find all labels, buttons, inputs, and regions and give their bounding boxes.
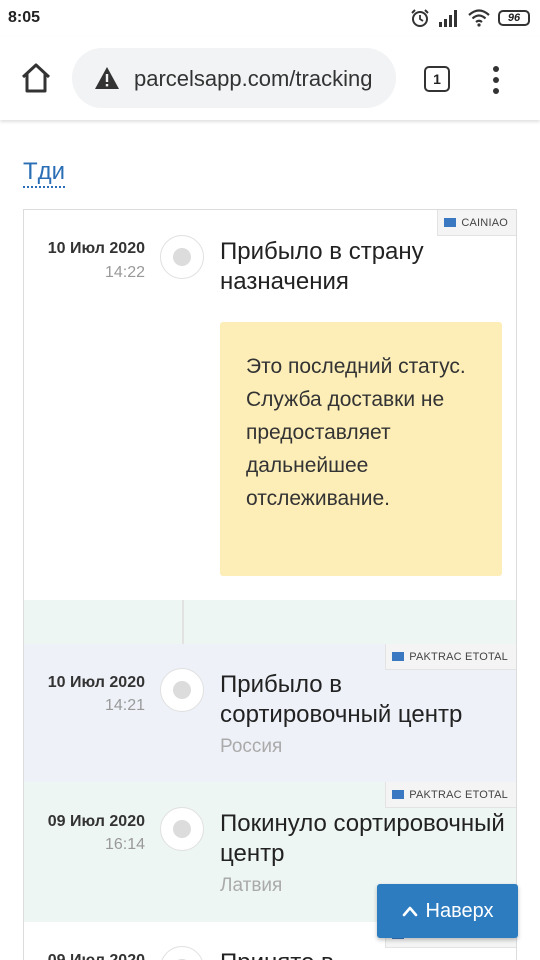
more-menu-button[interactable] [492,66,500,94]
tracking-event: PAKTRAC ETOTAL 10 Июл 2020 14:21 Прибыло… [24,644,516,782]
carrier-logo-icon [392,652,405,661]
carrier-name: PAKTRAC ETOTAL [409,788,508,801]
event-status: Покинуло сортировочный центр [220,810,505,867]
carrier-badge: PAKTRAC ETOTAL [385,644,516,670]
carrier-logo-icon [392,790,405,799]
event-location: Латвия [220,875,283,896]
event-status: Принято в [220,948,510,960]
section-separator [24,600,516,644]
wifi-icon [468,9,490,27]
event-status: Прибыло в сортировочный центр [220,671,463,728]
status-icons: 96 [410,8,530,28]
tab-count: 1 [433,71,441,87]
status-time: 8:05 [8,9,41,26]
last-status-note: Это последний статус. Служба доставки не… [220,322,502,576]
event-time: 16:14 [104,836,145,853]
timeline-dot-icon [160,946,204,960]
scroll-top-button[interactable]: Наверх [377,884,518,938]
home-icon [21,63,51,93]
alarm-icon [411,9,429,27]
event-location: Россия [220,736,283,757]
carrier-name: PAKTRAC ETOTAL [409,650,508,663]
tab-switcher-button[interactable]: 1 [424,66,450,92]
battery-level: 96 [507,12,521,24]
event-date: 10 Июл 2020 [47,240,145,257]
carrier-name: CAINIAO [461,216,508,229]
event-time: 14:22 [104,264,145,281]
event-time: 14:21 [104,697,145,714]
tracking-event: CAINIAO 10 Июл 2020 14:22 Прибыло в стра… [24,210,516,600]
menu-dot [493,88,499,94]
carrier-badge: CAINIAO [437,210,516,236]
event-date: 09 Июл 2020 [47,813,145,830]
carrier-badge: PAKTRAC ETOTAL [385,782,516,808]
timeline-dot-icon [160,235,204,279]
signal-icon [439,10,457,27]
status-bar: 8:05 96 [0,0,540,36]
browser-toolbar: parcelsapp.com/tracking 1 [0,36,540,120]
timeline-dot-icon [160,668,204,712]
event-date: 09 Июл 2020 [24,952,145,960]
menu-dot [493,66,499,72]
event-date: 10 Июл 2020 [47,674,145,691]
menu-dot [493,77,499,83]
battery-icon: 96 [498,10,530,26]
warning-icon[interactable] [94,66,120,90]
tracking-timeline: CAINIAO 10 Июл 2020 14:22 Прибыло в стра… [23,209,517,960]
event-status: Прибыло в страну назначения [220,238,424,295]
chevron-up-icon [402,906,417,917]
carrier-logo-icon [444,218,457,227]
home-button[interactable] [18,60,54,96]
address-bar[interactable]: parcelsapp.com/tracking [72,48,396,108]
timeline-dot-icon [160,807,204,851]
scroll-top-label: Наверх [425,899,494,922]
translate-link[interactable]: Тди [23,158,66,188]
url-text[interactable]: parcelsapp.com/tracking [134,66,372,92]
